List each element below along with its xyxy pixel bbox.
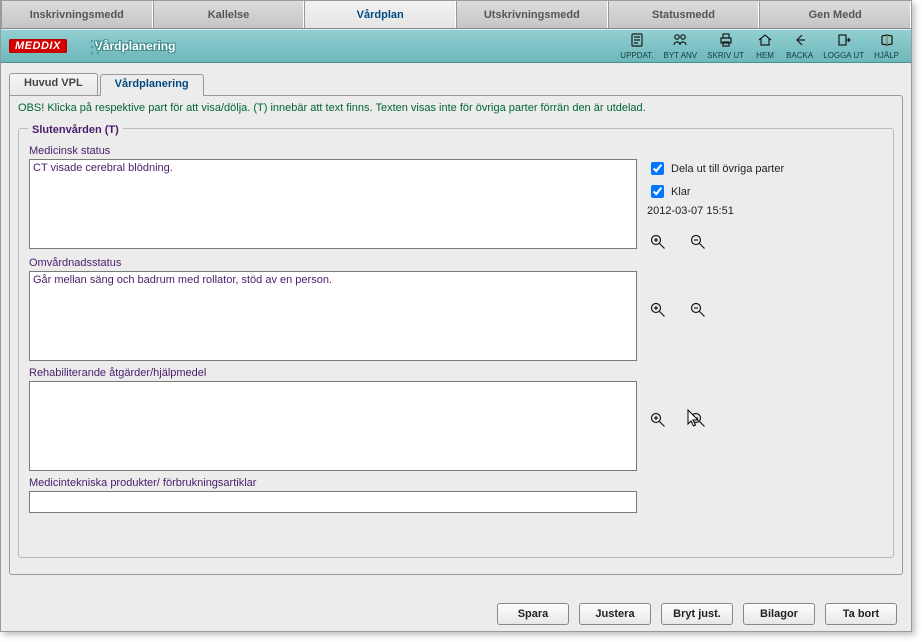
adjust-button[interactable]: Justera bbox=[579, 603, 651, 625]
textarea-medicinsk-status[interactable] bbox=[29, 159, 637, 249]
sub-tab-huvudvpl[interactable]: Huvud VPL bbox=[9, 73, 98, 95]
break-adjust-button[interactable]: Bryt just. bbox=[661, 603, 733, 625]
toolbar-label: SKRIV UT bbox=[707, 51, 744, 60]
label-rehab: Rehabiliterande åtgärder/hjälpmedel bbox=[29, 367, 883, 379]
attachments-button[interactable]: Bilagor bbox=[743, 603, 815, 625]
timestamp: 2012-03-07 15:51 bbox=[647, 205, 784, 217]
instruction-text: OBS! Klicka på respektive part för att v… bbox=[18, 102, 894, 114]
toolbar-label: HJÄLP bbox=[874, 51, 899, 60]
top-tab-vardplan[interactable]: Vårdplan bbox=[304, 1, 456, 28]
checkbox-distribute[interactable] bbox=[651, 162, 664, 175]
toolbar-label: UPPDAT. bbox=[620, 51, 653, 60]
toolbar-label: BYT ANV bbox=[664, 51, 698, 60]
label-distribute: Dela ut till övriga parter bbox=[671, 163, 784, 175]
zoom-out-icon[interactable] bbox=[689, 233, 707, 251]
logout-button[interactable]: LOGGA UT bbox=[819, 30, 868, 62]
print-button[interactable]: SKRIV UT bbox=[703, 30, 748, 62]
toolbar-label: LOGGA UT bbox=[823, 51, 864, 60]
toolbar-label: BACKA bbox=[786, 51, 813, 60]
top-tab-statusmedd[interactable]: Statusmedd bbox=[608, 1, 760, 28]
group-title[interactable]: Slutenvården (T) bbox=[28, 124, 123, 136]
help-icon bbox=[879, 32, 895, 50]
sub-tab-vardplanering[interactable]: Vårdplanering bbox=[100, 74, 204, 96]
app-logo: MEDDIX bbox=[9, 39, 67, 53]
refresh-icon bbox=[629, 32, 645, 50]
home-button[interactable]: HEM bbox=[750, 30, 780, 62]
zoom-out-icon[interactable] bbox=[689, 301, 707, 319]
slutenvarden-group: Medicinsk status Dela ut till övriga par… bbox=[18, 128, 894, 558]
back-icon bbox=[792, 32, 808, 50]
label-omvardnadsstatus: Omvårdnadsstatus bbox=[29, 257, 883, 269]
decoration-dots bbox=[89, 38, 107, 56]
toolbar: UPPDAT. BYT ANV SKRIV UT HEM BACKA LOGGA… bbox=[616, 30, 903, 62]
title-bar: MEDDIX Vårdplanering UPPDAT. BYT ANV SKR… bbox=[1, 29, 911, 63]
switch-user-icon bbox=[672, 32, 688, 50]
save-button[interactable]: Spara bbox=[497, 603, 569, 625]
toolbar-label: HEM bbox=[756, 51, 774, 60]
textarea-medtek[interactable] bbox=[29, 491, 637, 513]
top-tab-kallelse[interactable]: Kallelse bbox=[153, 1, 305, 28]
bottom-button-bar: Spara Justera Bryt just. Bilagor Ta bort bbox=[497, 603, 897, 625]
help-button[interactable]: HJÄLP bbox=[870, 30, 903, 62]
zoom-in-icon[interactable] bbox=[649, 301, 667, 319]
app-window: Inskrivningsmedd Kallelse Vårdplan Utskr… bbox=[0, 0, 912, 632]
label-medtek: Medicintekniska produkter/ förbrukningsa… bbox=[29, 477, 883, 489]
refresh-button[interactable]: UPPDAT. bbox=[616, 30, 657, 62]
top-tabs: Inskrivningsmedd Kallelse Vårdplan Utskr… bbox=[1, 1, 911, 29]
checkbox-done[interactable] bbox=[651, 185, 664, 198]
zoom-in-icon[interactable] bbox=[649, 233, 667, 251]
delete-button[interactable]: Ta bort bbox=[825, 603, 897, 625]
zoom-in-icon[interactable] bbox=[649, 411, 667, 429]
textarea-omvardnadsstatus[interactable] bbox=[29, 271, 637, 361]
top-tab-genmedd[interactable]: Gen Medd bbox=[759, 1, 911, 28]
sub-tab-area: Huvud VPL Vårdplanering OBS! Klicka på r… bbox=[1, 63, 911, 575]
zoom-out-icon[interactable] bbox=[689, 411, 707, 429]
label-medicinsk-status: Medicinsk status bbox=[29, 145, 883, 157]
print-icon bbox=[718, 32, 734, 50]
content-panel: OBS! Klicka på respektive part för att v… bbox=[9, 95, 903, 575]
logout-icon bbox=[836, 32, 852, 50]
textarea-rehab[interactable] bbox=[29, 381, 637, 471]
back-button[interactable]: BACKA bbox=[782, 30, 817, 62]
switch-user-button[interactable]: BYT ANV bbox=[660, 30, 702, 62]
home-icon bbox=[757, 32, 773, 50]
label-done: Klar bbox=[671, 186, 691, 198]
top-tab-utskrivning[interactable]: Utskrivningsmedd bbox=[456, 1, 608, 28]
top-tab-inskrivning[interactable]: Inskrivningsmedd bbox=[1, 1, 153, 28]
